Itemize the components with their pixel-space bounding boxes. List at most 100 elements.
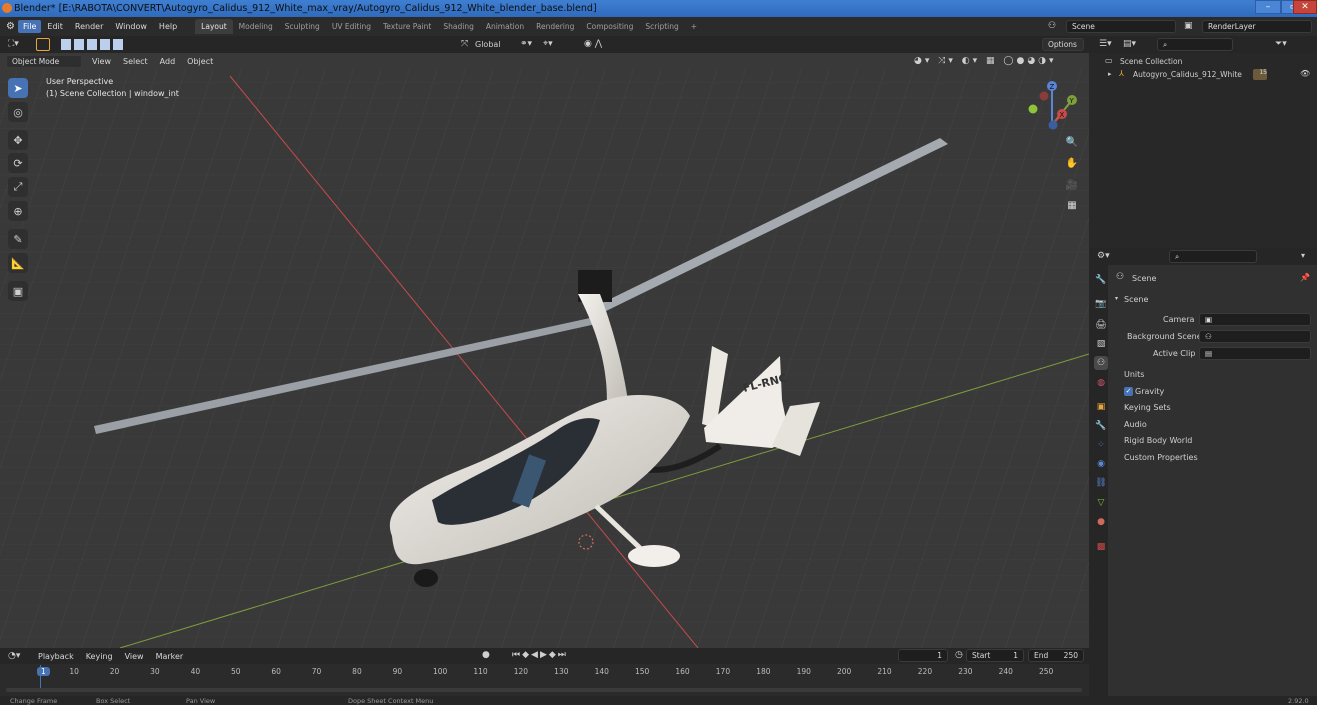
material-tab-icon[interactable]: ● [1094, 515, 1108, 529]
start-field[interactable]: Start 1 [966, 649, 1024, 662]
frame-tick: 230 [958, 667, 973, 676]
section-arrow-icon[interactable]: ▾ [1115, 295, 1118, 302]
camera-field[interactable]: ▣ [1199, 313, 1311, 326]
output-tab-icon[interactable]: 🖨 [1094, 318, 1108, 332]
menu-edit[interactable]: Edit [41, 22, 69, 31]
frame-tick: 80 [352, 667, 362, 676]
constraints-tab-icon[interactable]: ⛓ [1094, 476, 1108, 490]
world-tab-icon[interactable]: ◍ [1094, 376, 1108, 390]
tab-sculpting[interactable]: Sculpting [279, 19, 326, 34]
renderlayer-icon[interactable]: ▣ [1184, 21, 1193, 31]
scene-tab-icon[interactable]: ⚇ [1094, 356, 1108, 370]
frame-tick: 30 [150, 667, 160, 676]
move-tool-icon[interactable]: ✥ [8, 130, 28, 150]
properties-editor-icon[interactable]: ⚙▾ [1097, 251, 1110, 261]
tab-shading[interactable]: Shading [437, 19, 479, 34]
floor-grid [0, 70, 1089, 648]
tab-compositing[interactable]: Compositing [580, 19, 639, 34]
pin-icon[interactable]: 📌 [1300, 273, 1310, 282]
outliner-root-label[interactable]: Scene Collection [1120, 57, 1182, 66]
playhead[interactable] [40, 665, 41, 689]
panel-units[interactable]: Units [1124, 370, 1144, 379]
scene-selector[interactable]: Scene [1066, 20, 1176, 33]
filter-icon[interactable]: ⏷▾ [1275, 39, 1287, 49]
tab-layout[interactable]: Layout [195, 19, 233, 34]
expand-arrow-icon[interactable]: ▸ [1108, 70, 1112, 78]
tab-animation[interactable]: Animation [480, 19, 530, 34]
menu-window[interactable]: Window [109, 22, 153, 31]
tool-tab-icon[interactable]: 🔧 [1094, 273, 1108, 287]
tab-texture-paint[interactable]: Texture Paint [377, 19, 437, 34]
view-layer-tab-icon[interactable]: ▧ [1094, 337, 1108, 351]
properties-search-input[interactable]: ⌕ [1169, 250, 1257, 263]
menu-view-timeline[interactable]: View [119, 652, 150, 661]
tab-modeling[interactable]: Modeling [233, 19, 279, 34]
end-field[interactable]: End 250 [1028, 649, 1084, 662]
tab-uv-editing[interactable]: UV Editing [326, 19, 377, 34]
collapse-icon[interactable]: ▾ [1301, 251, 1305, 260]
cursor-tool-icon[interactable]: ◎ [8, 102, 28, 122]
menu-marker[interactable]: Marker [150, 652, 190, 661]
menu-file[interactable]: File [18, 20, 42, 33]
panel-rigid-body-world[interactable]: Rigid Body World [1124, 436, 1192, 445]
rotate-tool-icon[interactable]: ⟳ [8, 153, 28, 173]
gravity-checkbox[interactable]: ✓ [1124, 387, 1133, 396]
outliner-editor-icon[interactable]: ☰▾ [1099, 39, 1112, 49]
panel-keying-sets[interactable]: Keying Sets [1124, 403, 1171, 412]
outliner: ☰▾ ▤▾ ⌕ ⏷▾ ▭ Scene Collection ▸ ⅄ Autogy… [1089, 36, 1317, 248]
display-mode-icon[interactable]: ▤▾ [1123, 39, 1136, 49]
active-clip-field[interactable]: ▤ [1199, 347, 1311, 360]
scene-section-header[interactable]: Scene [1124, 295, 1148, 304]
background-scene-field[interactable]: ⚇ [1199, 330, 1311, 343]
3d-viewport[interactable]: ⛶▾ ⤧ Global ⚭▾ ⌖▾ ◉ ⋀ Options Object Mod… [0, 36, 1089, 648]
blender-menu-icon[interactable]: ⚙ [6, 21, 18, 32]
outliner-header: ☰▾ ▤▾ ⌕ ⏷▾ [1089, 36, 1317, 53]
menu-render[interactable]: Render [69, 22, 109, 31]
timeline-editor-icon[interactable]: ◔▾ [8, 651, 32, 661]
add-cube-tool-icon[interactable]: ▣ [8, 281, 28, 301]
particles-tab-icon[interactable]: ⁘ [1094, 438, 1108, 452]
outliner-search-input[interactable]: ⌕ [1157, 38, 1233, 51]
annotate-tool-icon[interactable]: ✎ [8, 229, 28, 249]
data-tab-icon[interactable]: ▽ [1094, 496, 1108, 510]
select-tool-icon[interactable]: ➤ [8, 78, 28, 98]
object-tab-icon[interactable]: ▣ [1094, 400, 1108, 414]
keyframe-record-icon[interactable]: ● [482, 650, 490, 660]
playback-controls[interactable]: ⏮◆◀▶◆⏭ [512, 650, 568, 660]
frame-tick: 150 [634, 667, 650, 676]
camera-view-icon[interactable]: 🎥 [1063, 176, 1081, 194]
panel-custom-properties[interactable]: Custom Properties [1124, 453, 1198, 462]
add-workspace-icon[interactable]: + [685, 19, 703, 34]
renderlayer-selector[interactable]: RenderLayer [1202, 20, 1312, 33]
menu-playback[interactable]: Playback [32, 652, 80, 661]
menu-help[interactable]: Help [153, 22, 183, 31]
minimize-button[interactable]: – [1255, 0, 1281, 14]
modifier-tab-icon[interactable]: 🔧 [1094, 419, 1108, 433]
gizmo-z-label: Z [1050, 83, 1055, 91]
scale-tool-icon[interactable]: ⤢ [8, 177, 28, 197]
modifier-badge-icon[interactable]: 15 [1253, 69, 1267, 80]
close-button[interactable]: ✕ [1293, 0, 1317, 14]
zoom-icon[interactable]: 🔍 [1063, 133, 1081, 151]
frame-ruler[interactable]: 1 10 20 30 40 50 60 70 80 90 100 110 120 130 140 150 160… [0, 665, 1089, 679]
timeline-scrollbar[interactable] [6, 688, 1082, 692]
status-context-menu: Dope Sheet Context Menu [348, 697, 434, 705]
panel-audio[interactable]: Audio [1124, 420, 1147, 429]
tab-rendering[interactable]: Rendering [530, 19, 580, 34]
clock-icon[interactable]: ◷ [955, 650, 963, 660]
ortho-grid-icon[interactable]: ▦ [1063, 196, 1081, 214]
scene-icon[interactable]: ⚇ [1048, 21, 1056, 31]
tab-scripting[interactable]: Scripting [639, 19, 684, 34]
panel-gravity[interactable]: Gravity [1135, 387, 1164, 396]
frame-tick: 200 [836, 667, 852, 676]
menu-keying[interactable]: Keying [80, 652, 119, 661]
transform-tool-icon[interactable]: ⊕ [8, 201, 28, 221]
render-tab-icon[interactable]: 📷 [1094, 297, 1108, 311]
physics-tab-icon[interactable]: ◉ [1094, 457, 1108, 471]
current-frame-field[interactable]: 1 [898, 649, 948, 662]
visibility-eye-icon[interactable]: 👁 [1300, 69, 1310, 78]
outliner-object-label[interactable]: Autogyro_Calidus_912_White [1133, 70, 1242, 79]
measure-tool-icon[interactable]: 📐 [8, 253, 28, 273]
pan-hand-icon[interactable]: ✋ [1063, 154, 1081, 172]
texture-tab-icon[interactable]: ▩ [1094, 540, 1108, 554]
